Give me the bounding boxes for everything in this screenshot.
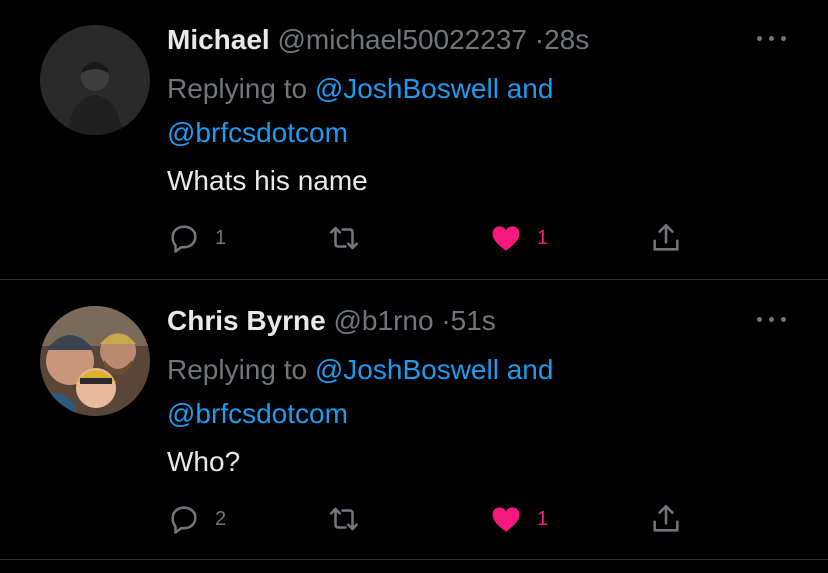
replying-prefix: Replying to: [167, 73, 308, 104]
reply-count: 1: [215, 226, 227, 249]
divider: [0, 559, 828, 560]
tweet-actions: 1 1: [167, 218, 727, 258]
reply-count: 2: [215, 507, 227, 530]
speech-bubble-icon: [171, 506, 197, 534]
tweet[interactable]: Michael @michael50022237 ·28s Replying t…: [0, 0, 828, 280]
mention-link[interactable]: @brfcsdotcom: [167, 398, 348, 429]
replying-to: Replying to @JoshBoswell and @brfcsdotco…: [167, 348, 767, 436]
display-name[interactable]: Chris Byrne: [167, 305, 326, 336]
mention-link[interactable]: @JoshBoswell: [315, 73, 499, 104]
share-button[interactable]: [649, 218, 683, 258]
speech-bubble-icon: [171, 225, 197, 253]
share-button[interactable]: [649, 499, 683, 539]
tweet[interactable]: Chris Byrne @b1rno ·51s Replying to @Jos…: [0, 281, 828, 561]
separator: ·: [441, 305, 451, 336]
retweet-icon: [329, 226, 359, 250]
retweet-icon: [329, 507, 359, 531]
reply-button[interactable]: 2: [167, 499, 226, 539]
display-name[interactable]: Michael: [167, 24, 270, 55]
and-conjunction[interactable]: and: [507, 73, 554, 104]
separator: ·: [534, 24, 545, 55]
avatar[interactable]: [40, 25, 150, 135]
tweet-header: Michael @michael50022237 ·28s: [167, 22, 589, 58]
retweet-button[interactable]: [327, 218, 375, 258]
timestamp[interactable]: 51s: [451, 305, 496, 336]
tweet-actions: 2 1: [167, 499, 727, 539]
like-button[interactable]: 1: [489, 499, 548, 539]
like-count: 1: [537, 226, 549, 249]
share-icon: [653, 223, 679, 251]
heart-icon: [492, 226, 520, 251]
reply-button[interactable]: 1: [167, 218, 226, 258]
and-conjunction[interactable]: and: [507, 354, 554, 385]
user-handle[interactable]: @b1rno: [334, 305, 434, 336]
more-dots-icon[interactable]: [754, 307, 790, 331]
more-dots-icon[interactable]: [754, 26, 790, 50]
avatar[interactable]: [40, 306, 150, 416]
mention-link[interactable]: @JoshBoswell: [315, 354, 499, 385]
tweet-text: Who?: [167, 446, 241, 477]
share-icon: [653, 504, 679, 532]
like-button[interactable]: 1: [489, 218, 548, 258]
tweet-header: Chris Byrne @b1rno ·51s: [167, 303, 496, 339]
heart-icon: [492, 507, 520, 532]
replying-prefix: Replying to: [167, 354, 308, 385]
retweet-button[interactable]: [327, 499, 375, 539]
replying-to: Replying to @JoshBoswell and @brfcsdotco…: [167, 67, 767, 155]
like-count: 1: [537, 507, 549, 530]
user-handle[interactable]: @michael50022237: [277, 24, 526, 55]
timestamp[interactable]: 28s: [544, 24, 589, 55]
divider: [0, 279, 828, 280]
mention-link[interactable]: @brfcsdotcom: [167, 117, 348, 148]
tweet-text: Whats his name: [167, 165, 368, 196]
